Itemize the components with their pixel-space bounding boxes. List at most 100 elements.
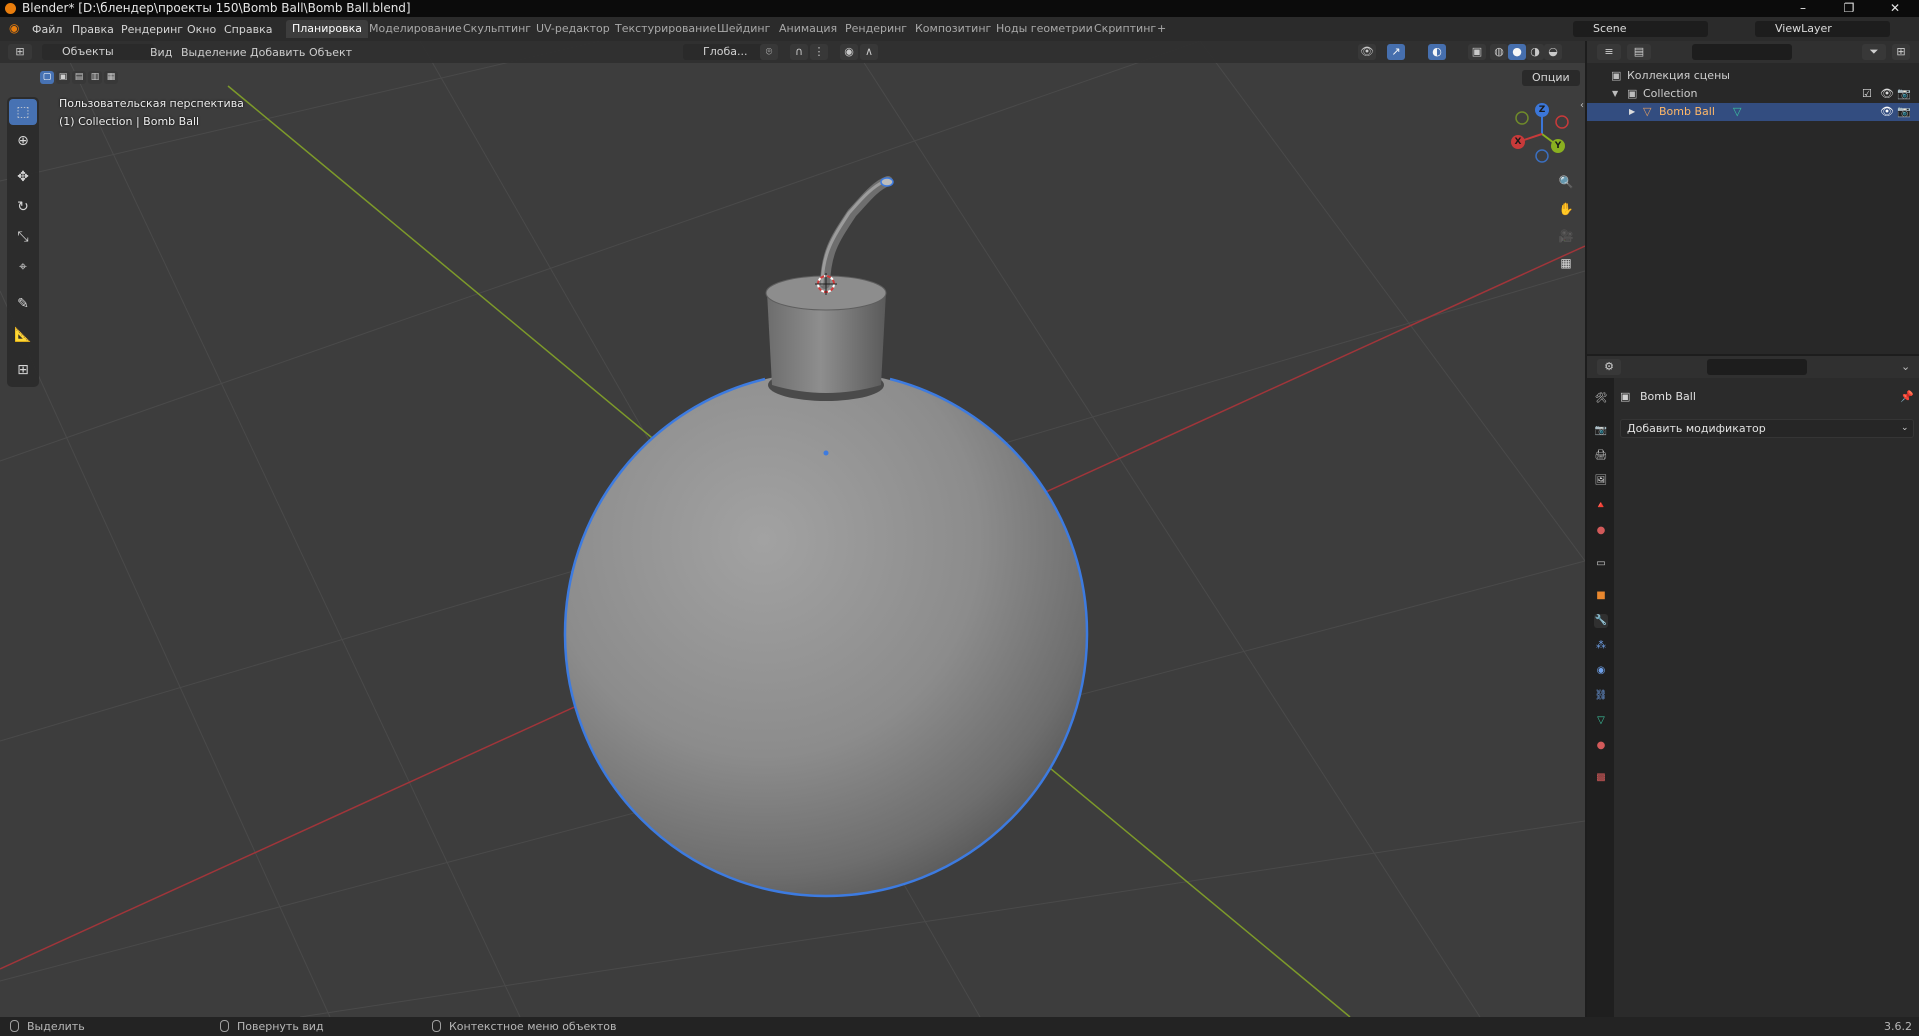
move-tool-icon[interactable]: ✥ bbox=[9, 164, 37, 190]
cursor-tool-icon[interactable]: ⊕ bbox=[9, 128, 37, 154]
tab-modeling[interactable]: Моделирование bbox=[363, 20, 468, 38]
outliner-search-input[interactable] bbox=[1692, 44, 1792, 60]
physics-tab-icon[interactable]: ◉ bbox=[1594, 664, 1608, 678]
transform-tool-icon[interactable]: ⌖ bbox=[9, 254, 37, 280]
camera-view-icon[interactable]: 🎥 bbox=[1555, 225, 1577, 247]
scene-selector[interactable]: Scene bbox=[1573, 21, 1708, 37]
gizmo-z-axis[interactable]: Z bbox=[1535, 103, 1549, 117]
outliner-scene-collection[interactable]: ▣ Коллекция сцены bbox=[1587, 67, 1919, 85]
menu-window[interactable]: Окно bbox=[187, 23, 216, 36]
particles-tab-icon[interactable]: ⁂ bbox=[1594, 639, 1608, 653]
object-tab-icon[interactable]: ■ bbox=[1594, 589, 1608, 603]
select-mode-subtract-icon[interactable]: ▤ bbox=[72, 71, 86, 84]
tab-sculpting[interactable]: Скульптинг bbox=[457, 20, 537, 38]
menu-render[interactable]: Рендеринг bbox=[121, 23, 183, 36]
scale-tool-icon[interactable]: ⤡ bbox=[9, 224, 37, 250]
tab-geometry-nodes[interactable]: Ноды геометрии bbox=[990, 20, 1099, 38]
tool-tab-icon[interactable]: 🛠 bbox=[1594, 392, 1608, 406]
rotate-tool-icon[interactable]: ↻ bbox=[9, 194, 37, 220]
scene-tab-icon[interactable]: 🔺 bbox=[1594, 499, 1608, 513]
add-cube-tool-icon[interactable]: ⊞ bbox=[9, 357, 37, 383]
minimize-button[interactable]: – bbox=[1780, 0, 1826, 17]
material-shading-icon[interactable]: ◑ bbox=[1526, 44, 1544, 60]
constraints-tab-icon[interactable]: ⛓ bbox=[1594, 689, 1608, 703]
pan-hand-icon[interactable]: ✋ bbox=[1555, 198, 1577, 220]
output-tab-icon[interactable]: 🖨 bbox=[1594, 449, 1608, 463]
material-tab-icon[interactable]: ● bbox=[1594, 739, 1608, 753]
annotate-tool-icon[interactable]: ✎ bbox=[9, 291, 37, 317]
editor-type-icon[interactable]: ⊞ bbox=[8, 44, 32, 60]
display-mode-icon[interactable]: ▤ bbox=[1627, 44, 1651, 60]
filter-icon[interactable]: ⏷ bbox=[1862, 44, 1886, 60]
zoom-icon[interactable]: 🔍 bbox=[1555, 171, 1577, 193]
texture-tab-icon[interactable]: ▩ bbox=[1594, 771, 1608, 785]
menu-help[interactable]: Справка bbox=[224, 23, 272, 36]
gizmo-y-axis[interactable]: Y bbox=[1551, 139, 1565, 153]
gizmo-x-axis[interactable]: X bbox=[1511, 135, 1525, 149]
menu-edit[interactable]: Правка bbox=[72, 23, 114, 36]
3d-viewport[interactable] bbox=[0, 41, 1585, 1017]
wireframe-shading-icon[interactable]: ◍ bbox=[1490, 44, 1508, 60]
properties-editor-type-icon[interactable]: ⚙ bbox=[1597, 359, 1621, 375]
falloff-icon[interactable]: ∧ bbox=[860, 44, 878, 60]
maximize-button[interactable]: ❐ bbox=[1826, 0, 1872, 17]
collapse-sidebar-arrow[interactable]: ‹ bbox=[1580, 100, 1584, 111]
menu-add[interactable]: Добавить bbox=[250, 45, 305, 60]
gizmo-toggle-icon[interactable]: ↗ bbox=[1387, 44, 1405, 60]
ortho-grid-icon[interactable]: ▦ bbox=[1555, 252, 1577, 274]
mesh-data-icon[interactable]: ▽ bbox=[1733, 103, 1741, 121]
properties-options-icon[interactable]: ⌄ bbox=[1901, 360, 1910, 373]
bomb-fuse[interactable] bbox=[820, 176, 893, 289]
data-tab-icon[interactable]: ▽ bbox=[1594, 714, 1608, 728]
render-camera-icon[interactable]: 📷 bbox=[1897, 103, 1911, 121]
render-camera-icon[interactable]: 📷 bbox=[1897, 85, 1911, 103]
tab-uv-editing[interactable]: UV-редактор bbox=[530, 20, 616, 38]
tab-rendering[interactable]: Рендеринг bbox=[839, 20, 913, 38]
menu-view[interactable]: Вид bbox=[150, 45, 172, 60]
outliner-bomb-ball[interactable]: ▶ ▽ Bomb Ball ▽ 👁 📷 bbox=[1587, 103, 1919, 121]
tab-animation[interactable]: Анимация bbox=[773, 20, 843, 38]
menu-file[interactable]: Файл bbox=[32, 23, 62, 36]
menu-object[interactable]: Объект bbox=[309, 45, 352, 60]
rendered-shading-icon[interactable]: ◒ bbox=[1544, 44, 1562, 60]
outliner-editor-type-icon[interactable]: ≡ bbox=[1597, 44, 1621, 60]
solid-shading-icon[interactable]: ● bbox=[1508, 44, 1526, 60]
menu-select[interactable]: Выделение bbox=[181, 45, 247, 60]
expand-arrow-icon[interactable]: ▼ bbox=[1612, 85, 1618, 103]
select-mode-extend-icon[interactable]: ▣ bbox=[56, 71, 70, 84]
tab-shading[interactable]: Шейдинг bbox=[711, 20, 776, 38]
blender-menu-icon[interactable]: ◉ bbox=[9, 21, 19, 35]
eye-icon[interactable]: 👁 bbox=[1880, 85, 1894, 103]
visibility-icon[interactable]: 👁 bbox=[1358, 44, 1376, 60]
tab-texture-paint[interactable]: Текстурирование bbox=[609, 20, 722, 38]
render-tab-icon[interactable]: 📷 bbox=[1594, 424, 1608, 438]
collection-tab-icon[interactable]: ▭ bbox=[1594, 557, 1608, 571]
add-modifier-dropdown[interactable]: Добавить модификатор ⌄ bbox=[1620, 419, 1914, 438]
snap-target-icon[interactable]: ⋮ bbox=[810, 44, 828, 60]
pivot-icon[interactable]: ⌾ bbox=[760, 44, 778, 60]
proportional-edit-icon[interactable]: ◉ bbox=[840, 44, 858, 60]
tab-compositing[interactable]: Композитинг bbox=[909, 20, 997, 38]
expand-arrow-icon[interactable]: ▶ bbox=[1629, 103, 1635, 121]
pin-icon[interactable]: 📌 bbox=[1900, 388, 1914, 406]
close-button[interactable]: ✕ bbox=[1872, 0, 1918, 17]
exclude-checkbox[interactable]: ☑ bbox=[1862, 85, 1872, 103]
options-dropdown[interactable]: Опции bbox=[1522, 70, 1580, 86]
xray-icon[interactable]: ▣ bbox=[1468, 44, 1486, 60]
eye-icon[interactable]: 👁 bbox=[1880, 103, 1894, 121]
overlays-toggle-icon[interactable]: ◐ bbox=[1428, 44, 1446, 60]
select-mode-invert-icon[interactable]: ▥ bbox=[88, 71, 102, 84]
snap-icon[interactable]: ∩ bbox=[790, 44, 808, 60]
tab-layout[interactable]: Планировка bbox=[286, 20, 368, 38]
view-layer-tab-icon[interactable]: 🖼 bbox=[1594, 474, 1608, 488]
new-collection-icon[interactable]: ⊞ bbox=[1892, 44, 1910, 60]
select-mode-intersect-icon[interactable]: ▦ bbox=[104, 71, 118, 84]
view-layer-selector[interactable]: ViewLayer bbox=[1755, 21, 1890, 37]
measure-tool-icon[interactable]: 📐 bbox=[9, 322, 37, 348]
add-workspace-button[interactable]: + bbox=[1151, 20, 1172, 38]
properties-search-input[interactable] bbox=[1707, 359, 1807, 375]
select-box-tool-icon[interactable]: ⬚ bbox=[9, 99, 37, 125]
mode-dropdown[interactable]: Объекты bbox=[42, 44, 154, 60]
outliner-collection[interactable]: ▼ ▣ Collection ☑ 👁 📷 bbox=[1587, 85, 1919, 103]
navigation-gizmo[interactable]: Z Y X bbox=[1500, 100, 1580, 168]
